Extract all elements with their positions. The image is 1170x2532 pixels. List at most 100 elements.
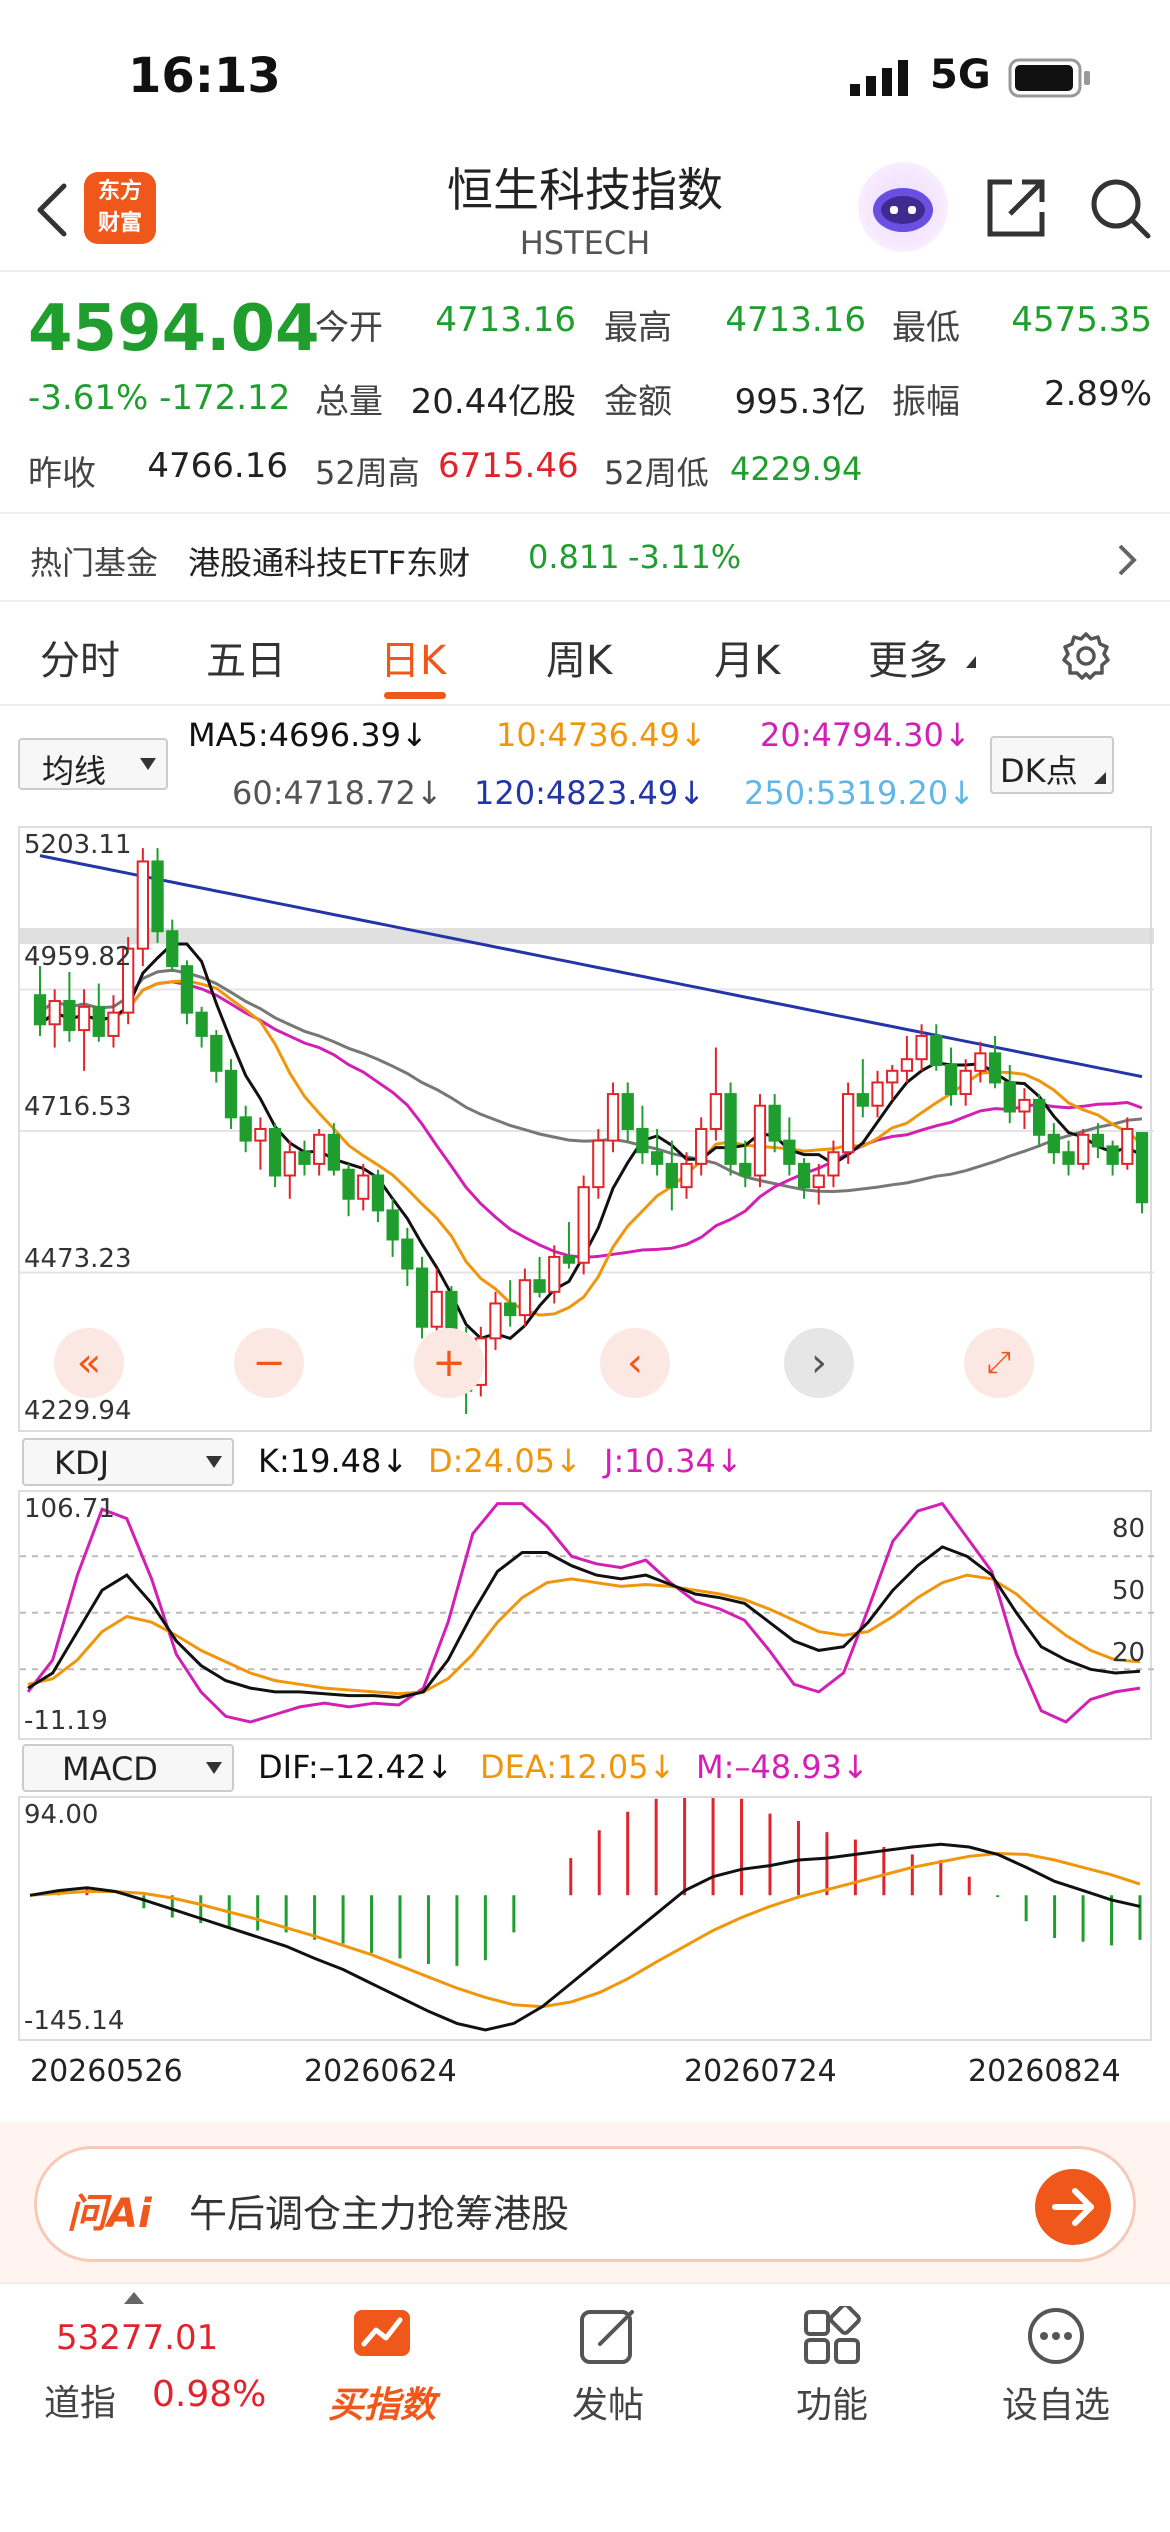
candle-body	[166, 930, 179, 968]
share-icon[interactable]	[982, 174, 1050, 242]
ma-selector[interactable]: 均线	[18, 738, 168, 790]
dji-change[interactable]: 0.98%	[152, 2374, 266, 2415]
tab-intraday[interactable]: 分时	[40, 628, 120, 686]
candle-body	[724, 1093, 737, 1165]
ai-prompt-text: 午后调仓主力抢筹港股	[189, 2192, 570, 2236]
candle-body	[386, 1209, 399, 1241]
candle-body	[224, 1069, 238, 1119]
price-axis-mid: 4716.53	[24, 1092, 132, 1122]
candle-body	[871, 1081, 884, 1107]
ma5-value: MA5:4696.39↓	[188, 716, 428, 754]
scroll-right-button[interactable]: ›	[784, 1328, 854, 1398]
network-type: 5G	[930, 52, 991, 98]
candle-body	[562, 1255, 576, 1264]
fullscreen-icon[interactable]: ⤢	[964, 1328, 1034, 1398]
macd-m-value: M:–48.93↓	[696, 1748, 869, 1786]
post-label[interactable]: 发帖	[528, 2376, 688, 2428]
candlestick-chart[interactable]: 5203.11 4959.82 4716.53 4473.23 4229.94 …	[18, 826, 1154, 1432]
ma60-value: 60:4718.72↓	[232, 774, 443, 812]
high-value: 4713.16	[725, 300, 866, 340]
candle-body	[768, 1104, 781, 1142]
price-change: -3.61% -172.12	[28, 378, 291, 418]
ma120-value: 120:4823.49↓	[474, 774, 705, 812]
dji-label[interactable]: 道指	[44, 2374, 116, 2426]
candle-body	[92, 1005, 105, 1037]
candle-body	[77, 1005, 91, 1032]
corner-caret-icon	[1094, 772, 1106, 784]
candle-body	[650, 1151, 664, 1165]
hot-fund-row[interactable]: 热门基金 港股通科技ETF东财 0.811 -3.11%	[0, 512, 1170, 602]
candle-body	[695, 1127, 708, 1165]
scroll-far-left-button[interactable]: «	[54, 1328, 124, 1398]
amplitude-label: 振幅	[892, 382, 960, 422]
price-axis-bottom: 4229.94	[24, 1396, 132, 1426]
candle-body	[33, 994, 47, 1026]
dji-value[interactable]: 53277.01	[56, 2318, 218, 2358]
kdj-selector-label: KDJ	[54, 1444, 110, 1482]
scroll-left-button[interactable]: ‹	[600, 1328, 670, 1398]
candle-body	[548, 1255, 561, 1293]
header: 东方 财富 恒生科技指数 HSTECH	[0, 140, 1170, 272]
zoom-in-button[interactable]: +	[414, 1328, 484, 1398]
date-label: 20260624	[304, 2054, 457, 2089]
ma60-line	[39, 968, 1143, 1194]
dk-point-label: DK点	[1000, 752, 1078, 790]
candle-body	[797, 1162, 811, 1189]
trend-chart-icon[interactable]	[352, 2306, 412, 2366]
grid-apps-icon[interactable]	[802, 2303, 862, 2366]
hot-fund-price: 0.811	[528, 538, 620, 576]
candle-body	[415, 1267, 429, 1328]
candle-body	[1018, 1098, 1031, 1113]
candle-body	[783, 1139, 796, 1165]
candle-body	[1106, 1145, 1119, 1165]
watchlist-label[interactable]: 设自选	[976, 2376, 1136, 2428]
active-tab-indicator	[384, 692, 446, 699]
macd-chart[interactable]: 94.00 -145.14	[18, 1783, 1152, 2041]
ai-prompt-bar[interactable]: 问Ai 午后调仓主力抢筹港股	[34, 2146, 1136, 2262]
kdj-k-value: K:19.48↓	[258, 1442, 409, 1480]
candle-body	[327, 1133, 341, 1171]
signal-icon	[850, 60, 916, 96]
ma120-line	[39, 854, 1143, 1079]
kdj-level-50: 50	[1112, 1576, 1146, 1606]
candle-body	[254, 1127, 267, 1142]
assistant-avatar[interactable]	[858, 162, 948, 252]
amplitude-value: 2.89%	[1043, 374, 1152, 414]
candle-body	[518, 1279, 532, 1317]
gear-icon[interactable]	[1060, 630, 1112, 682]
candle-body	[357, 1174, 370, 1200]
edit-post-icon[interactable]	[578, 2306, 638, 2366]
search-icon[interactable]	[1086, 174, 1154, 242]
candle-body	[533, 1279, 546, 1293]
candle-body	[812, 1174, 825, 1189]
w52-low-value: 4229.94	[730, 450, 863, 488]
tab-more[interactable]: 更多	[868, 628, 948, 686]
macd-selector[interactable]: MACD	[22, 1744, 234, 1792]
high-label: 最高	[604, 308, 672, 348]
caret-up-icon	[124, 2292, 144, 2304]
candle-body	[1121, 1127, 1134, 1165]
candle-body	[944, 1064, 958, 1096]
kdj-selector[interactable]: KDJ	[22, 1438, 234, 1486]
arrow-right-icon[interactable]	[1035, 2169, 1111, 2245]
macd-svg	[29, 1783, 1142, 2032]
candle-body	[210, 1034, 223, 1072]
zoom-out-button[interactable]: −	[234, 1328, 304, 1398]
tab-weekly-k[interactable]: 周K	[546, 628, 612, 686]
tab-monthly-k[interactable]: 月K	[714, 628, 780, 686]
more-dots-icon[interactable]	[1026, 2306, 1086, 2366]
kdj-chart[interactable]: 106.71 -11.19 80 50 20	[18, 1490, 1154, 1740]
tab-daily-k[interactable]: 日K	[380, 628, 446, 686]
candle-body	[827, 1151, 840, 1177]
candle-body	[856, 1093, 869, 1107]
candle-body	[959, 1069, 972, 1096]
candle-body	[841, 1093, 855, 1154]
w52-low-label: 52周低	[604, 454, 709, 492]
candle-body	[1003, 1081, 1016, 1113]
kdj-d-line	[27, 1573, 1141, 1696]
buy-index-label[interactable]: 买指数	[302, 2376, 462, 2428]
ai-section: 问Ai 午后调仓主力抢筹港股	[0, 2122, 1170, 2282]
function-label[interactable]: 功能	[752, 2376, 912, 2428]
tab-five-day[interactable]: 五日	[206, 628, 286, 686]
dk-point-button[interactable]: DK点	[990, 736, 1114, 794]
